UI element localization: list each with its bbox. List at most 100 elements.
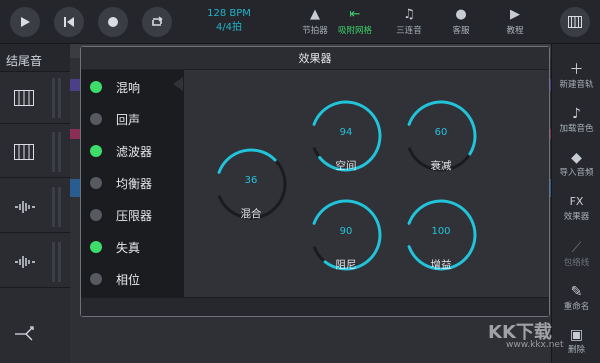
rename-icon: ✎ (570, 284, 583, 300)
tutorial-button[interactable]: ▶ 教程 (492, 6, 538, 36)
toggle-dot-icon[interactable] (90, 209, 102, 221)
snap-grid-label: 吸附网格 (337, 26, 372, 36)
keyboard-button[interactable] (560, 7, 590, 37)
track-instrument[interactable] (0, 72, 70, 124)
import-icon: ◆ (571, 150, 582, 166)
effects-label: 效果器 (563, 212, 590, 222)
loop-button[interactable] (142, 7, 172, 37)
toggle-dot-icon[interactable] (90, 273, 102, 285)
skip-back-icon (64, 17, 74, 27)
knob-label: 增益 (430, 259, 452, 271)
waveform-icon (15, 200, 35, 213)
knob-label: 混合 (240, 208, 262, 220)
knob-mix[interactable]: 36 混合 (213, 146, 289, 242)
effect-item-filter[interactable]: 滤波器 (81, 136, 184, 166)
tempo-value: 128 BPM (207, 8, 251, 19)
waveform-icon (15, 255, 35, 268)
record-icon (108, 17, 118, 27)
track-instrument[interactable] (0, 236, 70, 288)
effects-button[interactable]: FX 效果器 (552, 194, 600, 222)
record-button[interactable] (98, 7, 128, 37)
effects-dialog: 效果器 混响 回声 滤波器 均衡器 压限器 失真 相位 36 混合 94 空间 … (80, 46, 550, 317)
time-signature: 4/4拍 (215, 22, 243, 33)
knob-label: 阻尼 (335, 259, 357, 271)
knob-decay[interactable]: 60 衰减 (403, 98, 479, 194)
effect-item-echo[interactable]: 回声 (81, 104, 184, 134)
knob-value: 60 (434, 127, 448, 138)
level-meter (52, 78, 66, 118)
effect-parameters: 36 混合 94 空间 60 衰减 90 阻尼 100 增益 (184, 70, 549, 298)
snap-grid-button[interactable]: ⇤ 吸附网格 (332, 6, 378, 36)
track-name[interactable]: 结尾音 (0, 44, 70, 72)
new-track-label: 新建音轨 (559, 80, 594, 90)
piano-icon (14, 89, 34, 106)
track-instrument[interactable] (0, 126, 70, 178)
track-instrument[interactable] (0, 181, 70, 233)
knob-gain[interactable]: 100 增益 (403, 197, 479, 293)
level-meter (52, 132, 66, 172)
tutorial-icon: ▶ (510, 7, 520, 22)
effect-item-equalizer[interactable]: 均衡器 (81, 168, 184, 198)
piano-icon (568, 16, 582, 28)
dialog-title: 效果器 (81, 47, 549, 70)
delete-label: 删除 (567, 345, 585, 355)
envelope-button[interactable]: ⟋ 包络线 (552, 240, 600, 268)
loop-icon (152, 16, 163, 26)
triplet-button[interactable]: ♫ 三连音 (386, 6, 432, 36)
load-sound-button[interactable]: ♪ 加载音色 (552, 106, 600, 134)
effect-item-reverb[interactable]: 混响 (81, 72, 184, 102)
new-track-button[interactable]: ＋ 新建音轨 (552, 62, 600, 90)
rename-button[interactable]: ✎ 重命名 (552, 284, 600, 312)
note-icon: ♪ (572, 106, 581, 122)
import-audio-button[interactable]: ◆ 导入音频 (552, 150, 600, 178)
support-label: 客服 (452, 26, 470, 36)
effect-item-compressor[interactable]: 压限器 (81, 200, 184, 230)
tempo-display[interactable]: 128 BPM 4/4拍 (194, 7, 264, 35)
level-meter (52, 187, 66, 227)
envelope-label: 包络线 (563, 258, 590, 268)
selection-pointer (173, 77, 183, 91)
load-sound-label: 加载音色 (559, 124, 594, 134)
mixer-button[interactable] (14, 326, 36, 346)
effect-label: 相位 (116, 272, 141, 287)
toggle-dot-icon[interactable] (90, 145, 102, 157)
triplet-icon: ♫ (403, 7, 415, 22)
toggle-dot-icon[interactable] (90, 81, 102, 93)
support-icon: ● (455, 7, 467, 22)
knob-room[interactable]: 94 空间 (308, 98, 384, 194)
effect-item-phaser[interactable]: 相位 (81, 264, 184, 294)
knob-damping[interactable]: 90 阻尼 (308, 197, 384, 293)
effect-label: 混响 (116, 80, 141, 95)
play-icon (21, 17, 30, 27)
knob-label: 衰减 (430, 160, 452, 172)
knob-value-arc (217, 148, 277, 174)
dialog-footer (81, 297, 549, 316)
plus-icon: ＋ (569, 62, 584, 78)
support-button[interactable]: ● 客服 (438, 6, 484, 36)
effect-label: 压限器 (116, 208, 153, 223)
level-meter (52, 242, 66, 282)
fx-icon: FX (569, 195, 584, 208)
toggle-dot-icon[interactable] (90, 241, 102, 253)
effect-label: 失真 (116, 240, 141, 255)
effect-label: 均衡器 (116, 176, 153, 191)
effect-label: 滤波器 (116, 144, 153, 159)
play-button[interactable] (10, 7, 40, 37)
top-toolbar: 128 BPM 4/4拍 ▲ 节拍器 ⇤ 吸附网格 ♫ 三连音 ● 客服 ▶ 教… (0, 0, 600, 44)
track-actions: ＋ 新建音轨 ♪ 加载音色 ◆ 导入音频 FX 效果器 ⟋ 包络线 ✎ 重命名 … (551, 44, 600, 363)
rewind-button[interactable] (54, 7, 84, 37)
metronome-label: 节拍器 (302, 26, 328, 36)
effect-item-distortion[interactable]: 失真 (81, 232, 184, 262)
watermark-url: www.kkx.net (506, 340, 564, 350)
toggle-dot-icon[interactable] (90, 113, 102, 125)
triplet-label: 三连音 (396, 26, 422, 36)
toggle-dot-icon[interactable] (90, 177, 102, 189)
rename-label: 重命名 (563, 302, 590, 312)
knob-value: 36 (244, 175, 258, 186)
envelope-icon: ⟋ (571, 240, 582, 256)
knob-label: 空间 (335, 160, 357, 172)
snap-grid-icon: ⇤ (349, 7, 361, 22)
tutorial-label: 教程 (506, 26, 524, 36)
knob-value: 94 (339, 127, 353, 138)
effect-label: 回声 (116, 112, 141, 127)
